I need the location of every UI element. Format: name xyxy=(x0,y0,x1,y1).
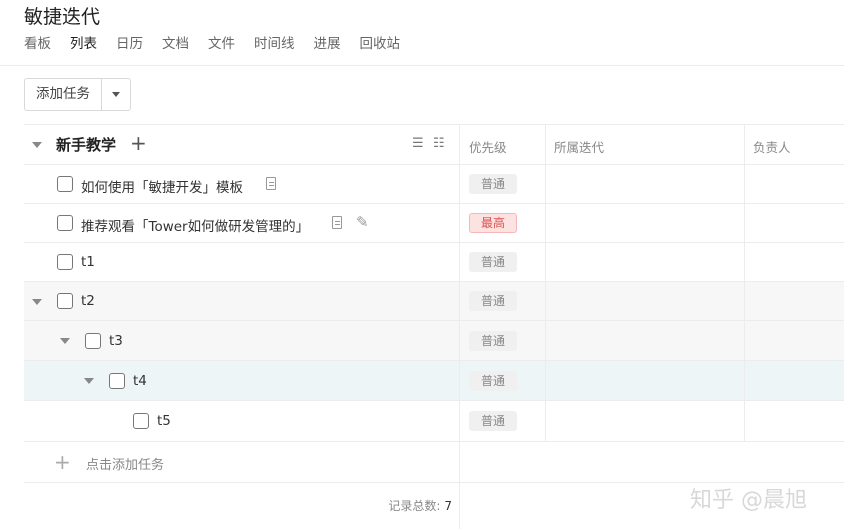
subtask-collapse-icon[interactable] xyxy=(84,378,94,384)
tab-files[interactable]: 文件 xyxy=(208,34,235,54)
priority-badge[interactable]: 普通 xyxy=(469,411,517,431)
task-checkbox[interactable] xyxy=(57,293,73,309)
table-row[interactable]: t5 普通 xyxy=(24,401,844,442)
priority-badge[interactable]: 普通 xyxy=(469,291,517,311)
column-divider xyxy=(459,401,460,441)
table-row[interactable]: t2 普通 xyxy=(24,282,844,321)
chevron-down-icon xyxy=(112,92,120,97)
add-task-button-group: 添加任务 xyxy=(24,78,131,111)
priority-badge[interactable]: 普通 xyxy=(469,371,517,391)
paperclip-icon: ✎ xyxy=(356,213,369,231)
task-checkbox[interactable] xyxy=(57,254,73,270)
sort-order-icon[interactable]: ☷ xyxy=(433,136,445,151)
column-divider xyxy=(744,321,745,360)
tab-board[interactable]: 看板 xyxy=(24,34,51,54)
subtask-collapse-icon[interactable] xyxy=(32,299,42,305)
task-name[interactable]: t3 xyxy=(109,333,123,349)
column-divider xyxy=(459,125,460,164)
task-checkbox[interactable] xyxy=(57,215,73,231)
group-header: 新手教学 + ☰ ☷ 优先级 所属迭代 负责人 xyxy=(24,124,844,165)
task-name[interactable]: t4 xyxy=(133,373,147,389)
column-divider xyxy=(744,165,745,203)
view-tabs: 看板 列表 日历 文档 文件 时间线 进展 回收站 xyxy=(24,34,419,54)
column-divider xyxy=(459,204,460,242)
tab-calendar[interactable]: 日历 xyxy=(116,34,143,54)
column-divider xyxy=(545,204,546,242)
priority-badge[interactable]: 普通 xyxy=(469,174,517,194)
table-row[interactable]: 如何使用「敏捷开发」模板 普通 xyxy=(24,165,844,204)
task-checkbox[interactable] xyxy=(85,333,101,349)
task-name[interactable]: t2 xyxy=(81,293,95,309)
sort-list-icon[interactable]: ☰ xyxy=(412,136,424,151)
task-checkbox[interactable] xyxy=(109,373,125,389)
column-divider xyxy=(459,483,460,529)
task-name[interactable]: t1 xyxy=(81,254,95,270)
watermark: 知乎 @晨旭 xyxy=(690,488,807,513)
record-count: 记录总数: 7 xyxy=(388,497,452,514)
group-collapse-icon[interactable] xyxy=(32,142,42,148)
header-divider xyxy=(0,65,844,66)
task-name[interactable]: t5 xyxy=(157,413,171,429)
add-task-dropdown-button[interactable] xyxy=(102,79,130,110)
column-header-iteration[interactable]: 所属迭代 xyxy=(554,137,604,156)
task-name[interactable]: 如何使用「敏捷开发」模板 xyxy=(81,176,243,196)
column-divider xyxy=(459,321,460,360)
table-row[interactable]: 推荐观看「Tower如何做研发管理的」 ✎ 最高 xyxy=(24,204,844,243)
column-divider xyxy=(545,165,546,203)
add-task-row[interactable]: + 点击添加任务 xyxy=(24,442,844,483)
column-divider xyxy=(545,282,546,320)
priority-badge[interactable]: 普通 xyxy=(469,252,517,272)
tab-docs[interactable]: 文档 xyxy=(162,34,189,54)
column-divider xyxy=(744,125,745,164)
add-task-to-group-icon[interactable]: + xyxy=(130,131,147,155)
column-divider xyxy=(744,204,745,242)
group-name: 新手教学 xyxy=(56,136,117,154)
column-divider xyxy=(459,243,460,281)
project-title: 敏捷迭代 xyxy=(24,6,101,28)
tab-progress[interactable]: 进展 xyxy=(314,34,341,54)
add-task-link[interactable]: 点击添加任务 xyxy=(86,454,164,473)
tab-list[interactable]: 列表 xyxy=(70,34,97,54)
task-checkbox[interactable] xyxy=(57,176,73,192)
task-table: 新手教学 + ☰ ☷ 优先级 所属迭代 负责人 如何使用「敏捷开发」模板 普通 … xyxy=(24,124,844,529)
column-divider xyxy=(459,165,460,203)
column-header-assignee[interactable]: 负责人 xyxy=(753,137,791,156)
priority-badge[interactable]: 最高 xyxy=(469,213,517,233)
tab-timeline[interactable]: 时间线 xyxy=(254,34,295,54)
table-row[interactable]: t1 普通 xyxy=(24,243,844,282)
column-divider xyxy=(459,282,460,320)
task-checkbox[interactable] xyxy=(133,413,149,429)
record-count-label: 记录总数: xyxy=(388,499,441,513)
document-icon xyxy=(266,177,276,194)
column-divider xyxy=(744,282,745,320)
column-divider xyxy=(545,125,546,164)
plus-icon[interactable]: + xyxy=(54,452,71,472)
table-row-selected[interactable]: t4 普通 xyxy=(24,361,844,401)
table-row[interactable]: t3 普通 xyxy=(24,321,844,361)
column-divider xyxy=(545,361,546,400)
column-divider xyxy=(459,361,460,400)
column-divider xyxy=(744,361,745,400)
column-divider xyxy=(545,401,546,441)
tab-trash[interactable]: 回收站 xyxy=(360,34,401,54)
column-header-priority[interactable]: 优先级 xyxy=(469,137,507,156)
column-divider xyxy=(744,243,745,281)
task-name[interactable]: 推荐观看「Tower如何做研发管理的」 xyxy=(81,215,309,235)
column-divider xyxy=(744,401,745,441)
add-task-button[interactable]: 添加任务 xyxy=(25,79,101,110)
column-divider xyxy=(545,243,546,281)
document-icon xyxy=(332,216,342,233)
column-divider xyxy=(545,321,546,360)
priority-badge[interactable]: 普通 xyxy=(469,331,517,351)
column-divider xyxy=(459,442,460,482)
subtask-collapse-icon[interactable] xyxy=(60,338,70,344)
record-count-value: 7 xyxy=(444,499,452,513)
